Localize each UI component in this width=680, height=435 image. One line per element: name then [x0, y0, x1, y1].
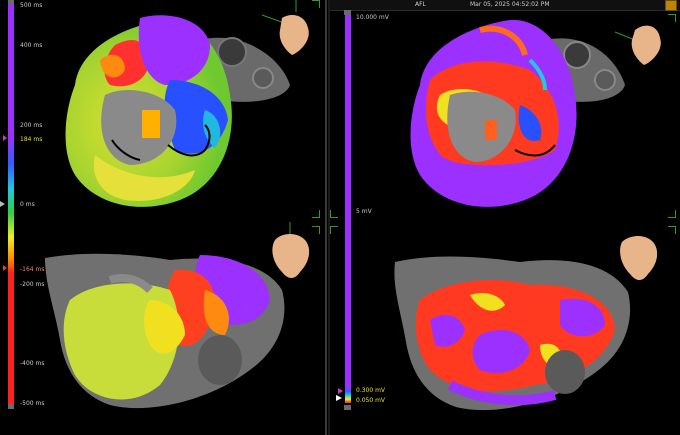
- panel-divider[interactable]: [325, 0, 327, 435]
- lat-map-panel: 500 ms 400 ms 200 ms 184 ms 0 ms -164 ms…: [0, 0, 325, 435]
- voltage-map-panel: AFL Mar 05, 2025 04:52:02 PM 10.000 mV 5…: [330, 0, 680, 435]
- viewport-corner: [668, 226, 676, 234]
- viewport-corner: [312, 226, 320, 234]
- viewport-corner: [330, 226, 338, 234]
- orientation-torso-icon-bottom: [272, 222, 310, 278]
- orientation-torso-icon-bottom: [620, 236, 658, 280]
